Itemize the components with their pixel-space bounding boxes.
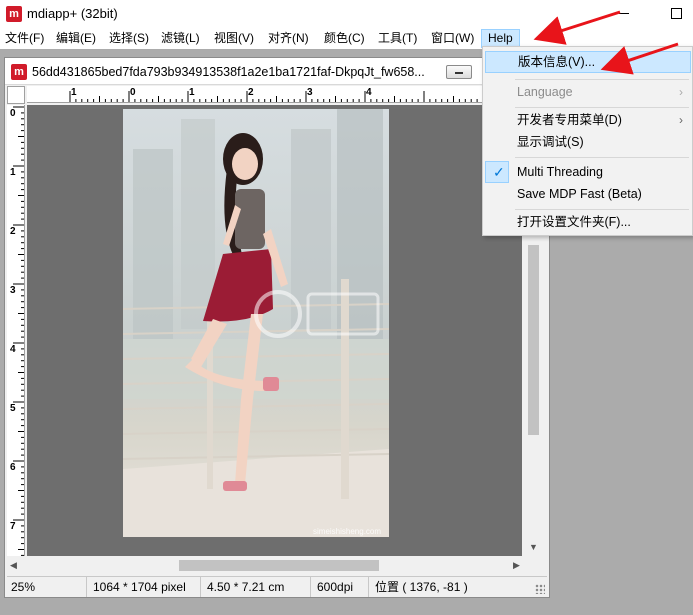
menu-item-save-mdp-fast[interactable]: Save MDP Fast (Beta) [485,183,691,205]
menu-align[interactable]: 对齐(N) [266,29,311,48]
document-minimize-button[interactable] [446,65,472,79]
document-title: 56dd431865bed7fda793b934913538f1a2e1ba17… [32,65,425,79]
menu-item-debug[interactable]: 显示调试(S) [485,131,691,153]
minimize-button[interactable] [601,0,647,27]
ruler-corner [7,86,25,104]
ruler-v-label: 2 [10,226,16,237]
canvas-image: simeishisheng.com [123,109,389,537]
menu-item-multi-threading-label: Multi Threading [517,165,603,179]
help-menu-dropdown: 版本信息(V)... Language › 开发者专用菜单(D) › 显示调试(… [482,46,693,236]
menu-tools[interactable]: 工具(T) [376,29,419,48]
scroll-down-icon[interactable]: ▼ [529,542,538,552]
status-zoom: 25% [7,577,87,597]
scroll-right-icon[interactable]: ▶ [513,560,520,571]
ruler-h-label: 4 [366,87,372,98]
status-pixel-size: 1064 * 1704 pixel [89,577,201,597]
menu-separator [515,209,689,210]
ruler-v-label: 0 [10,108,16,119]
menu-item-language-label: Language [517,85,573,99]
status-bar: 25% 1064 * 1704 pixel 4.50 * 7.21 cm 600… [7,576,547,597]
horizontal-scroll-thumb[interactable] [179,560,379,571]
status-position: 位置 ( 1376, -81 ) [375,580,468,594]
ruler-v-label: 7 [10,521,16,532]
menu-item-open-settings[interactable]: 打开设置文件夹(F)... [485,211,691,233]
document-title-bar[interactable]: m 56dd431865bed7fda793b934913538f1a2e1ba… [5,58,549,85]
title-bar: m mdiapp+ (32bit) [0,0,693,27]
app-window: m mdiapp+ (32bit) 文件(F) 编辑(E) 选择(S) 滤镜(L… [0,0,693,615]
submenu-arrow-icon: › [679,85,683,99]
drawing-canvas[interactable]: simeishisheng.com [27,105,522,556]
menu-file[interactable]: 文件(F) [3,29,46,48]
ruler-h-label: 1 [189,87,195,98]
menu-color[interactable]: 颜色(C) [322,29,367,48]
ruler-v-label: 1 [10,167,16,178]
maximize-button[interactable] [647,0,693,27]
vertical-ruler: 0 1 2 3 4 5 6 7 [7,105,25,556]
document-logo-icon: m [11,64,27,80]
ruler-v-label: 6 [10,462,16,473]
ruler-h-label: 3 [307,87,313,98]
ruler-h-label: 0 [130,87,136,98]
menu-filter[interactable]: 滤镜(L) [159,29,202,48]
photo-illustration [123,109,389,537]
menu-edit[interactable]: 编辑(E) [54,29,98,48]
checkmark-icon: ✓ [493,164,505,180]
horizontal-ruler: 1 0 1 2 3 4 [27,86,545,103]
app-title: mdiapp+ (32bit) [27,6,118,21]
menu-item-about[interactable]: 版本信息(V)... [485,51,691,73]
horizontal-ruler-ticks [69,91,543,102]
scroll-left-icon[interactable]: ◀ [10,560,17,571]
ruler-h-label: 1 [71,87,77,98]
resize-grip-icon[interactable] [535,584,545,594]
submenu-arrow-icon: › [679,113,683,127]
document-window: m 56dd431865bed7fda793b934913538f1a2e1ba… [4,57,550,598]
status-physical-size: 4.50 * 7.21 cm [203,577,311,597]
ruler-v-label: 4 [10,344,16,355]
menu-view[interactable]: 视图(V) [212,29,256,48]
vertical-scroll-thumb[interactable] [528,245,539,435]
menu-item-multi-threading[interactable]: ✓ Multi Threading [485,161,691,183]
image-watermark: simeishisheng.com [313,527,382,536]
menu-item-language: Language › [485,81,691,103]
ruler-v-label: 5 [10,403,16,414]
menu-window[interactable]: 窗口(W) [429,29,476,48]
menu-select[interactable]: 选择(S) [107,29,151,48]
menu-separator [515,157,689,158]
horizontal-scrollbar[interactable]: ◀ ▶ [7,557,525,574]
menu-item-save-mdp-fast-label: Save MDP Fast (Beta) [517,187,642,201]
menu-item-dev-menu-label: 开发者专用菜单(D) [517,113,622,127]
status-dpi: 600dpi [313,577,369,597]
menu-item-debug-label: 显示调试(S) [517,135,584,149]
ruler-v-label: 3 [10,285,16,296]
menu-item-about-label: 版本信息(V)... [518,55,596,69]
menu-item-open-settings-label: 打开设置文件夹(F)... [517,215,631,229]
ruler-h-label: 2 [248,87,254,98]
menu-separator [515,107,689,108]
menu-item-dev-menu[interactable]: 开发者专用菜单(D) › [485,109,691,131]
app-logo-icon: m [6,6,22,22]
menu-separator [515,79,689,80]
